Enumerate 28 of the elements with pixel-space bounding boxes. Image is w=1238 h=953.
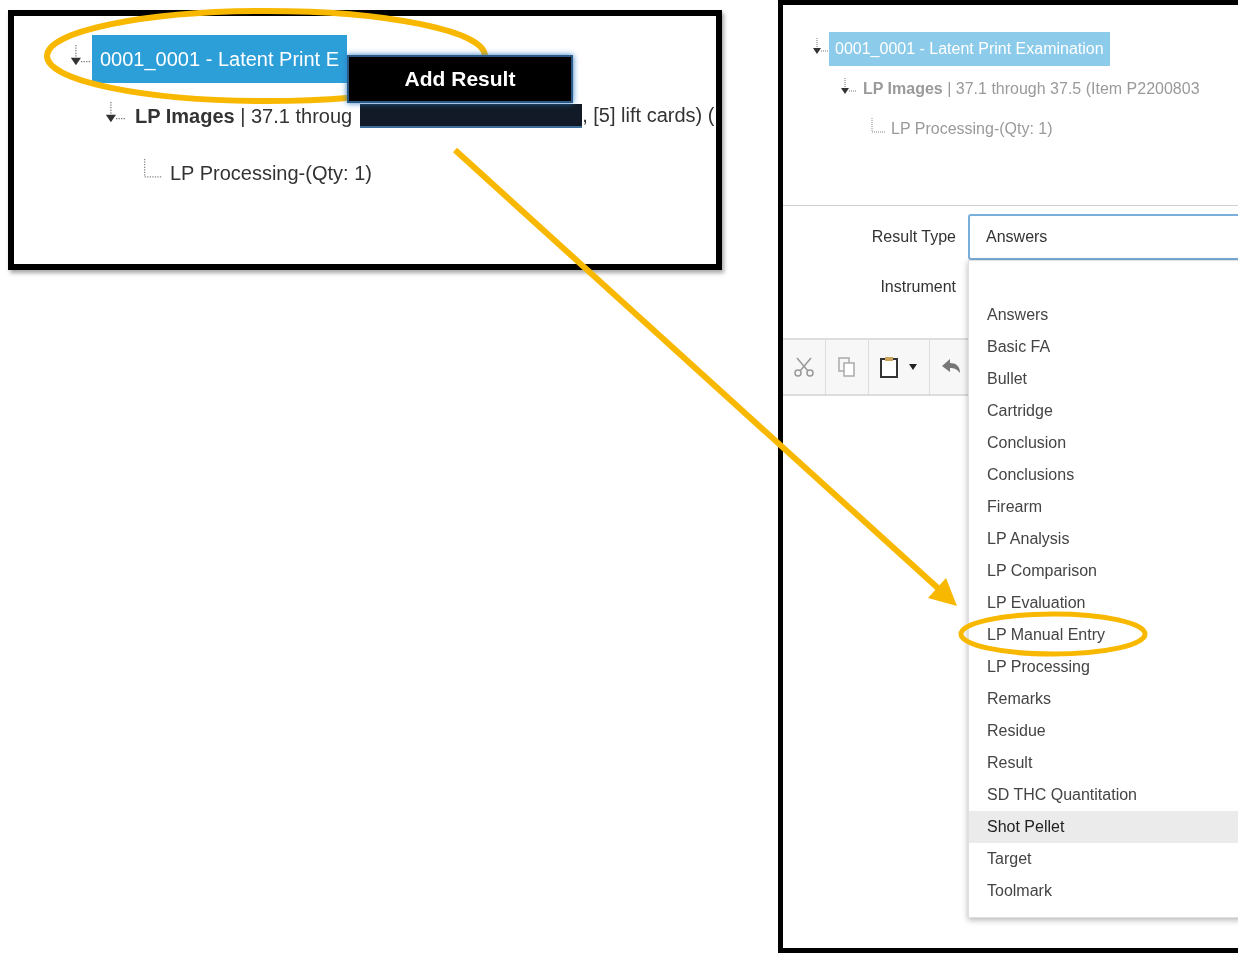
dropdown-option[interactable]: Bullet [969,363,1238,395]
dropdown-option[interactable]: Cartridge [969,395,1238,427]
dropdown-option[interactable]: LP Analysis [969,523,1238,555]
scissors-icon [793,356,815,378]
dropdown-option[interactable]: SD THC Quantitation [969,779,1238,811]
dropdown-option[interactable]: Residue [969,715,1238,747]
tree-node-label[interactable]: LP Processing-(Qty: 1) [162,148,380,197]
clipboard-icon [879,356,919,378]
dropdown-option[interactable]: Basic FA [969,331,1238,363]
dropdown-option[interactable]: Toolmark [969,875,1238,907]
dropdown-option[interactable]: Remarks [969,683,1238,715]
dropdown-option[interactable]: Shot Pellet [969,811,1238,843]
dropdown-option[interactable]: Result [969,747,1238,779]
result-type-field[interactable]: Answers [968,214,1238,260]
dropdown-option[interactable]: Firearm [969,491,1238,523]
field-label: Result Type [870,228,956,246]
dropdown-option[interactable]: LP Manual Entry [969,619,1238,651]
dropdown-option[interactable]: Conclusion [969,427,1238,459]
dropdown-option[interactable]: LP Processing [969,651,1238,683]
copy-icon [836,356,858,378]
dropdown-option[interactable]: Target [969,843,1238,875]
dropdown-option[interactable]: LP Comparison [969,555,1238,587]
field-label: Instrument [879,278,956,296]
dropdown-option[interactable]: LP Evaluation [969,587,1238,619]
tree-node-label: , [5] lift cards) ( [582,104,715,127]
dropdown-option[interactable]: Answers [969,299,1238,331]
context-menu-item[interactable]: Add Result [347,55,573,103]
dropdown-option[interactable]: Conclusions [969,459,1238,491]
